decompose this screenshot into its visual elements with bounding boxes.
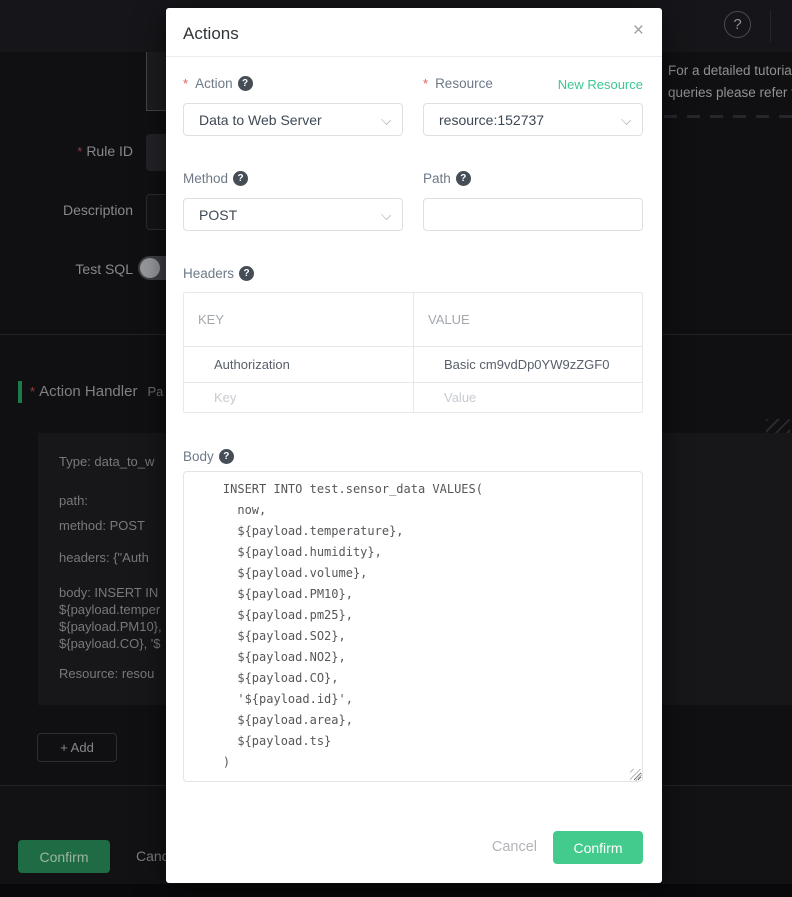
table-row: Authorization Basic cm9vdDp0YW9zZGF0 bbox=[184, 346, 642, 382]
action-handler-section-header: * Action Handler Pa bbox=[18, 380, 163, 403]
headers-label: Headers ? bbox=[183, 266, 254, 281]
headers-table: KEY VALUE Authorization Basic cm9vdDp0YW… bbox=[183, 292, 643, 413]
action-select[interactable]: Data to Web Server bbox=[183, 103, 403, 136]
chevron-down-icon bbox=[622, 116, 630, 124]
table-row: Key Value bbox=[184, 382, 642, 412]
action-handler-hint: Pa bbox=[147, 384, 163, 399]
tutorial-line-1: For a detailed tutorial bbox=[668, 60, 792, 82]
path-input[interactable] bbox=[423, 198, 643, 231]
close-icon[interactable]: × bbox=[633, 21, 644, 40]
required-asterisk: * bbox=[183, 76, 188, 91]
description-label: Description bbox=[0, 202, 133, 218]
path-label: Path ? bbox=[423, 171, 471, 186]
chevron-down-icon bbox=[382, 116, 390, 124]
header-divider bbox=[770, 10, 771, 42]
header-key-cell[interactable]: Authorization bbox=[184, 347, 414, 382]
modal-confirm-button[interactable]: Confirm bbox=[553, 831, 643, 864]
section-accent-bar bbox=[18, 381, 22, 403]
test-sql-label: Test SQL bbox=[0, 261, 133, 277]
resource-select[interactable]: resource:152737 bbox=[423, 103, 643, 136]
rule-id-label: *Rule ID bbox=[0, 143, 133, 159]
action-handler-label: Action Handler bbox=[39, 383, 137, 400]
help-circle-icon[interactable]: ? bbox=[219, 449, 234, 464]
dashed-separator bbox=[664, 115, 792, 118]
action-label: * Action ? bbox=[183, 76, 253, 91]
help-circle-icon[interactable]: ? bbox=[239, 266, 254, 281]
body-label: Body ? bbox=[183, 449, 234, 464]
active-tab-remnant bbox=[146, 52, 166, 110]
modal-title: Actions bbox=[183, 24, 239, 44]
page-confirm-button[interactable]: Confirm bbox=[18, 840, 110, 873]
required-asterisk: * bbox=[77, 144, 82, 159]
required-asterisk: * bbox=[423, 76, 428, 91]
actions-modal: Actions × * Action ? * Resource New Reso… bbox=[166, 8, 662, 883]
method-label: Method ? bbox=[183, 171, 248, 186]
resource-label: * Resource bbox=[423, 76, 493, 91]
help-icon[interactable]: ? bbox=[724, 11, 751, 38]
method-select[interactable]: POST bbox=[183, 198, 403, 231]
toggle-knob-icon bbox=[140, 258, 160, 278]
body-textarea[interactable]: INSERT INTO test.sensor_data VALUES( now… bbox=[183, 471, 643, 782]
header-key-input[interactable]: Key bbox=[184, 383, 414, 412]
help-circle-icon[interactable]: ? bbox=[456, 171, 471, 186]
tutorial-hint-text: For a detailed tutorial queries please r… bbox=[668, 60, 792, 104]
modal-cancel-button[interactable]: Cancel bbox=[492, 839, 537, 855]
method-select-value: POST bbox=[199, 207, 237, 223]
value-column-header: VALUE bbox=[414, 293, 642, 346]
modal-header-divider bbox=[166, 56, 662, 57]
header-value-cell[interactable]: Basic cm9vdDp0YW9zZGF0 bbox=[414, 347, 642, 382]
bottom-bar bbox=[0, 884, 792, 897]
resource-select-value: resource:152737 bbox=[439, 112, 544, 128]
help-circle-icon[interactable]: ? bbox=[238, 76, 253, 91]
add-action-button[interactable]: + Add bbox=[37, 733, 117, 762]
required-asterisk: * bbox=[30, 384, 35, 399]
help-circle-icon[interactable]: ? bbox=[233, 171, 248, 186]
headers-table-header-row: KEY VALUE bbox=[184, 293, 642, 346]
header-value-input[interactable]: Value bbox=[414, 383, 642, 412]
tab-bottom-border bbox=[146, 110, 166, 111]
action-select-value: Data to Web Server bbox=[199, 112, 322, 128]
new-resource-link[interactable]: New Resource bbox=[558, 77, 643, 92]
key-column-header: KEY bbox=[184, 293, 414, 346]
tutorial-line-2: queries please refer to bbox=[668, 82, 792, 104]
chevron-down-icon bbox=[382, 211, 390, 219]
